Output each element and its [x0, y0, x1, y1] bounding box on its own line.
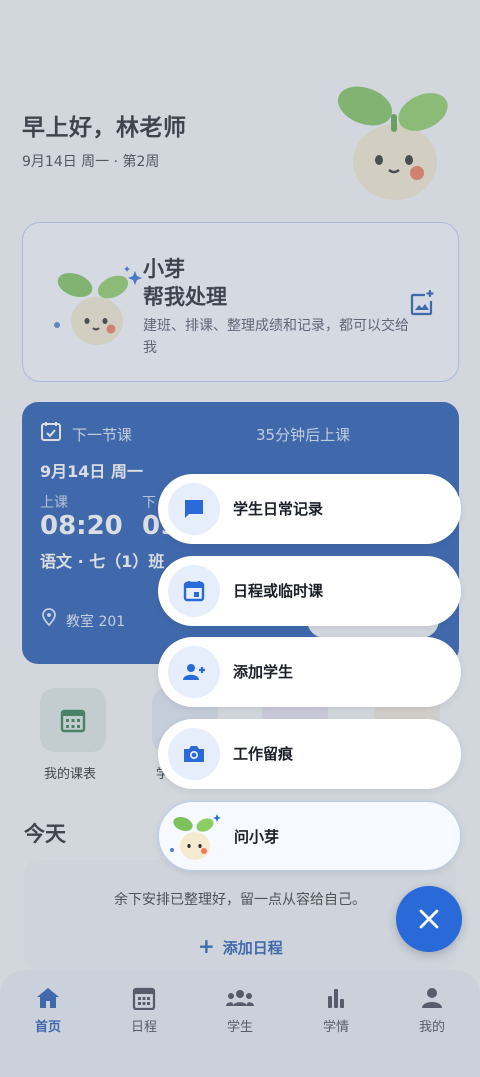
home-screen: 早上好，林老师 9月14日 周一 · 第2周 小芽 帮我处理 建班、排课、整理成… — [0, 0, 480, 1077]
action-student-daily-record[interactable]: 学生日常记录 — [158, 474, 461, 544]
chat-icon — [185, 500, 203, 518]
action-label: 学生日常记录 — [233, 500, 324, 518]
calendar-event-icon — [183, 581, 205, 602]
chat-icon-badge — [168, 483, 220, 535]
calendar-event-icon-badge — [168, 565, 220, 617]
action-label: 日程或临时课 — [233, 582, 324, 600]
action-work-trace[interactable]: 工作留痕 — [158, 719, 461, 789]
camera-icon — [184, 746, 204, 762]
action-label: 问小芽 — [234, 828, 280, 846]
mascot-icon — [170, 814, 221, 860]
close-fab-button[interactable] — [396, 886, 462, 952]
action-label: 添加学生 — [233, 663, 294, 681]
action-schedule-or-temp-class[interactable]: 日程或临时课 — [158, 556, 461, 626]
person-add-icon — [183, 664, 205, 680]
action-label: 工作留痕 — [233, 745, 294, 763]
person-add-icon-badge — [168, 646, 220, 698]
camera-icon-badge — [168, 728, 220, 780]
close-icon — [419, 909, 439, 929]
action-ask-xiaoya[interactable]: 问小芽 — [158, 801, 461, 871]
action-add-student[interactable]: 添加学生 — [158, 637, 461, 707]
